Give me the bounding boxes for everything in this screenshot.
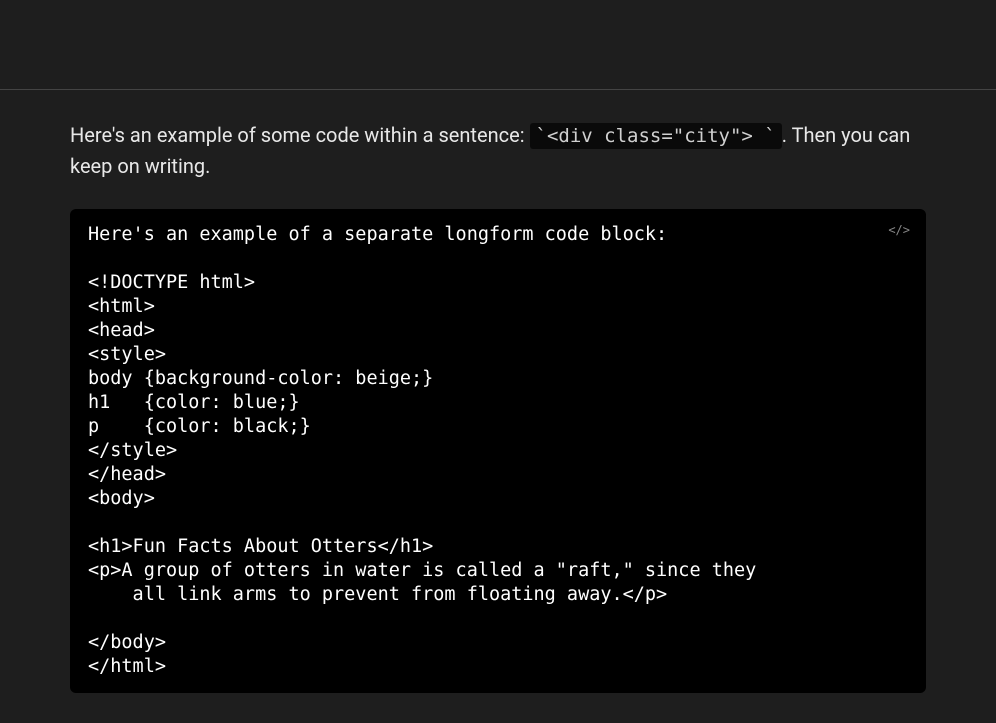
content-area: Here's an example of some code within a … bbox=[0, 90, 996, 693]
top-divider bbox=[0, 0, 996, 90]
inline-code: `<div class="city"> ` bbox=[530, 123, 782, 149]
para-text-before: Here's an example of some code within a … bbox=[70, 123, 530, 147]
code-block-content: Here's an example of a separate longform… bbox=[88, 224, 756, 678]
code-icon: </> bbox=[888, 223, 910, 239]
code-block: </> Here's an example of a separate longf… bbox=[70, 209, 926, 694]
paragraph: Here's an example of some code within a … bbox=[70, 120, 926, 181]
